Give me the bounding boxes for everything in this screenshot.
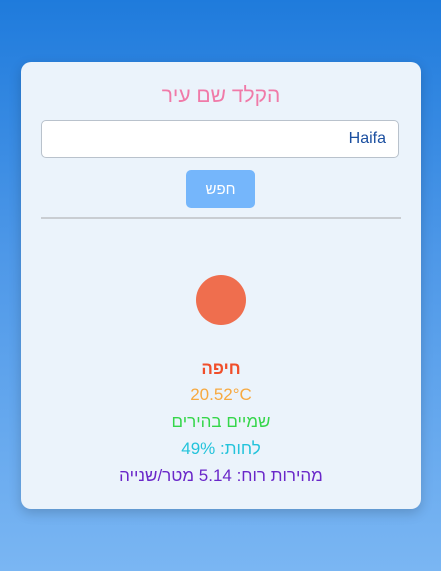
search-title: הקלד שם עיר: [161, 84, 281, 107]
temperature: 20.52°C: [190, 385, 252, 404]
city-search-input[interactable]: [41, 120, 399, 158]
weather-description: שמיים בהירים: [171, 412, 271, 431]
city-name: חיפה: [201, 359, 241, 378]
search-button[interactable]: חפש: [186, 170, 255, 208]
divider: [41, 217, 401, 219]
weather-card: הקלד שם עיר חפש חיפה 20.52°C שמיים בהירי…: [21, 62, 421, 509]
sun-icon: [196, 275, 246, 325]
wind-speed: מהירות רוח: 5.14 מטר/שנייה: [119, 466, 323, 485]
humidity: לחות: 49%: [181, 439, 261, 458]
